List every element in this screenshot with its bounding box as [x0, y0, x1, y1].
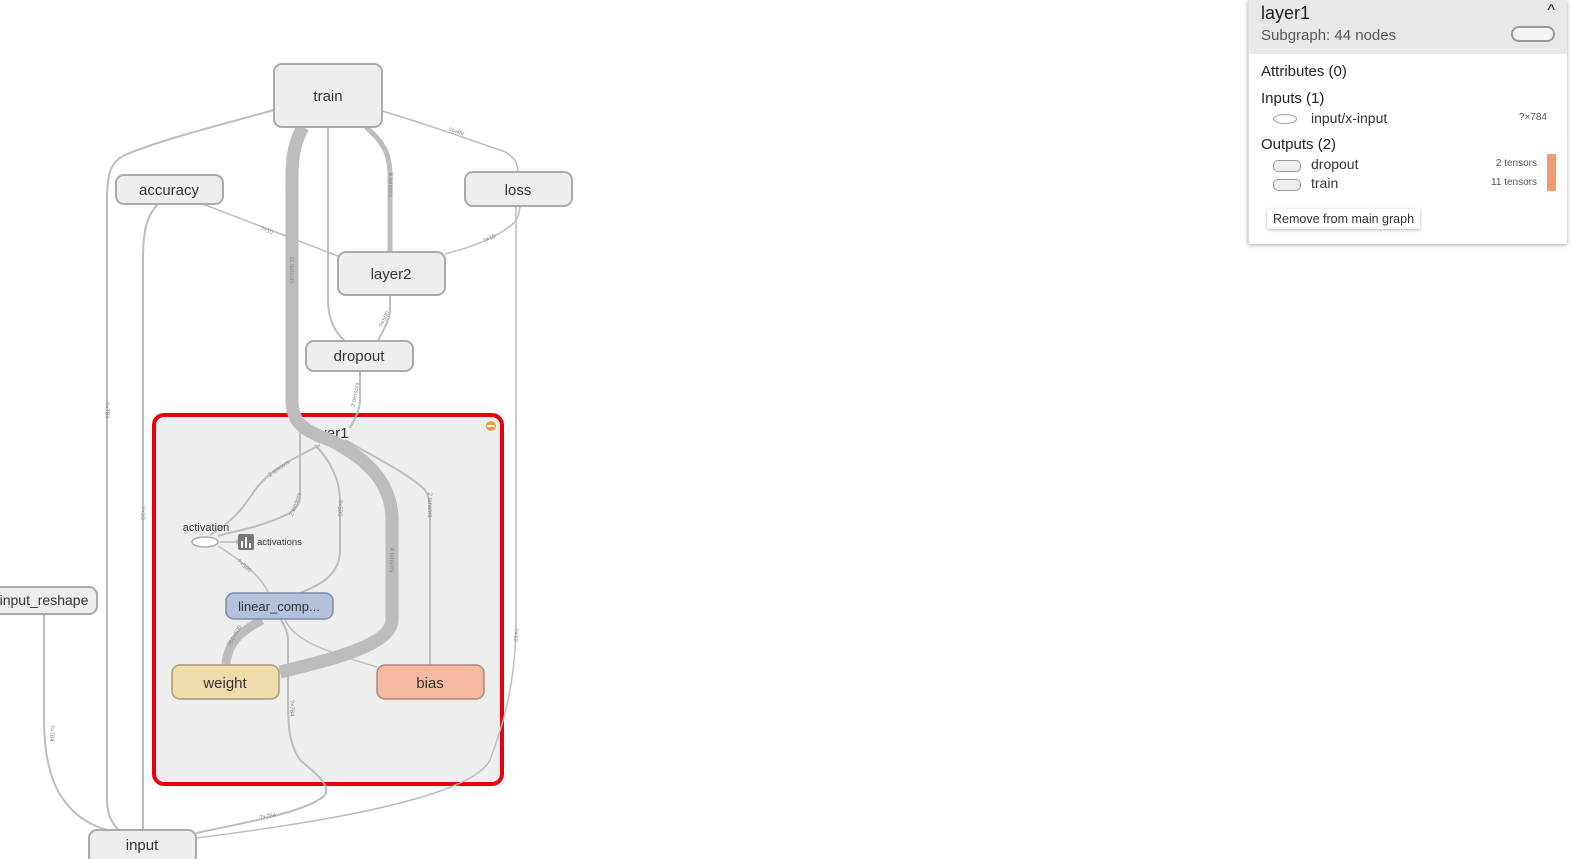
node-label: dropout [334, 348, 386, 365]
outputs-header: Outputs (2) [1261, 136, 1337, 153]
minus-glyph [487, 425, 495, 427]
outputs-color-bar [1547, 154, 1556, 191]
edge-label: ?×10 [512, 628, 518, 642]
output-name: dropout [1311, 156, 1359, 172]
node-activations-summary[interactable]: activations [238, 534, 302, 550]
node-label: loss [505, 182, 532, 199]
node-input-reshape[interactable]: input_reshape [0, 586, 98, 615]
meta-node-icon [1273, 179, 1301, 191]
edge-loss-layer2 [444, 204, 521, 255]
node-info-card: layer1 Subgraph: 44 nodes ^ Attributes (… [1248, 0, 1567, 244]
node-label: train [313, 88, 342, 105]
edge-label: scalar [448, 127, 465, 138]
node-input[interactable]: input [88, 829, 197, 859]
attributes-header: Attributes (0) [1261, 63, 1347, 80]
edge-loss-train [381, 110, 519, 173]
info-card-header: layer1 Subgraph: 44 nodes ^ [1249, 0, 1567, 54]
output-count: 2 tensors [1495, 158, 1537, 169]
edge-label: 2 tensors [426, 493, 432, 518]
edge-label: ?×784 [288, 700, 294, 718]
node-label: accuracy [139, 182, 200, 199]
node-label: input_reshape [0, 592, 89, 608]
output-name: train [1311, 175, 1339, 191]
node-dropout[interactable]: dropout [305, 340, 414, 372]
collapse-chevron-icon[interactable]: ^ [1547, 2, 1555, 20]
edge-label: ?×784 [103, 402, 109, 420]
op-ellipse-icon [191, 536, 219, 548]
node-layer2[interactable]: layer2 [337, 251, 446, 296]
edge-train-dropout [327, 127, 346, 342]
node-label: linear_comp... [238, 599, 320, 614]
edge-label: ?×784 [259, 812, 277, 821]
node-train[interactable]: train [273, 63, 383, 128]
output-item[interactable]: train 11 tensors [1261, 175, 1551, 193]
node-label: activations [257, 537, 302, 548]
edge-label: 11 tensors [288, 256, 294, 284]
node-label: layer2 [371, 266, 412, 283]
edge-reshape-input [43, 614, 111, 832]
info-card-title: layer1 [1261, 3, 1311, 23]
node-label: bias [416, 675, 444, 692]
edge-label: ?×500 [336, 500, 342, 518]
input-name: input/x-input [1311, 110, 1388, 126]
input-item[interactable]: input/x-input ?×784 [1261, 110, 1551, 128]
input-shape: ?×784 [1518, 112, 1547, 123]
node-accuracy[interactable]: accuracy [115, 174, 224, 205]
node-weight[interactable]: weight [171, 664, 280, 700]
edge-label: 6 tensors [387, 173, 393, 198]
info-card-subtitle: Subgraph: 44 nodes [1261, 27, 1397, 44]
edge-label: ?×784 [48, 725, 54, 743]
output-count: 11 tensors [1491, 177, 1537, 188]
node-label: input [126, 837, 159, 854]
edge-label: ?×500 [379, 310, 392, 328]
edge-label: ?×10 [259, 226, 274, 236]
node-label: activation [183, 522, 229, 534]
op-ellipse-icon [1273, 114, 1297, 124]
node-color-swatch [1511, 26, 1555, 42]
output-item[interactable]: dropout 2 tensors [1261, 156, 1551, 174]
node-label: weight [202, 675, 247, 692]
edge-label: 4 tensors [388, 548, 394, 573]
inputs-header: Inputs (1) [1261, 90, 1325, 107]
edge-layer2-train [364, 125, 393, 252]
node-loss[interactable]: loss [464, 171, 573, 207]
remove-from-main-graph-button[interactable]: Remove from main graph [1267, 209, 1421, 229]
node-linear-comp[interactable]: linear_comp... [225, 592, 334, 620]
edge-label: ?×10 [139, 506, 145, 520]
node-bias[interactable]: bias [376, 664, 485, 700]
meta-node-icon [1273, 160, 1301, 172]
